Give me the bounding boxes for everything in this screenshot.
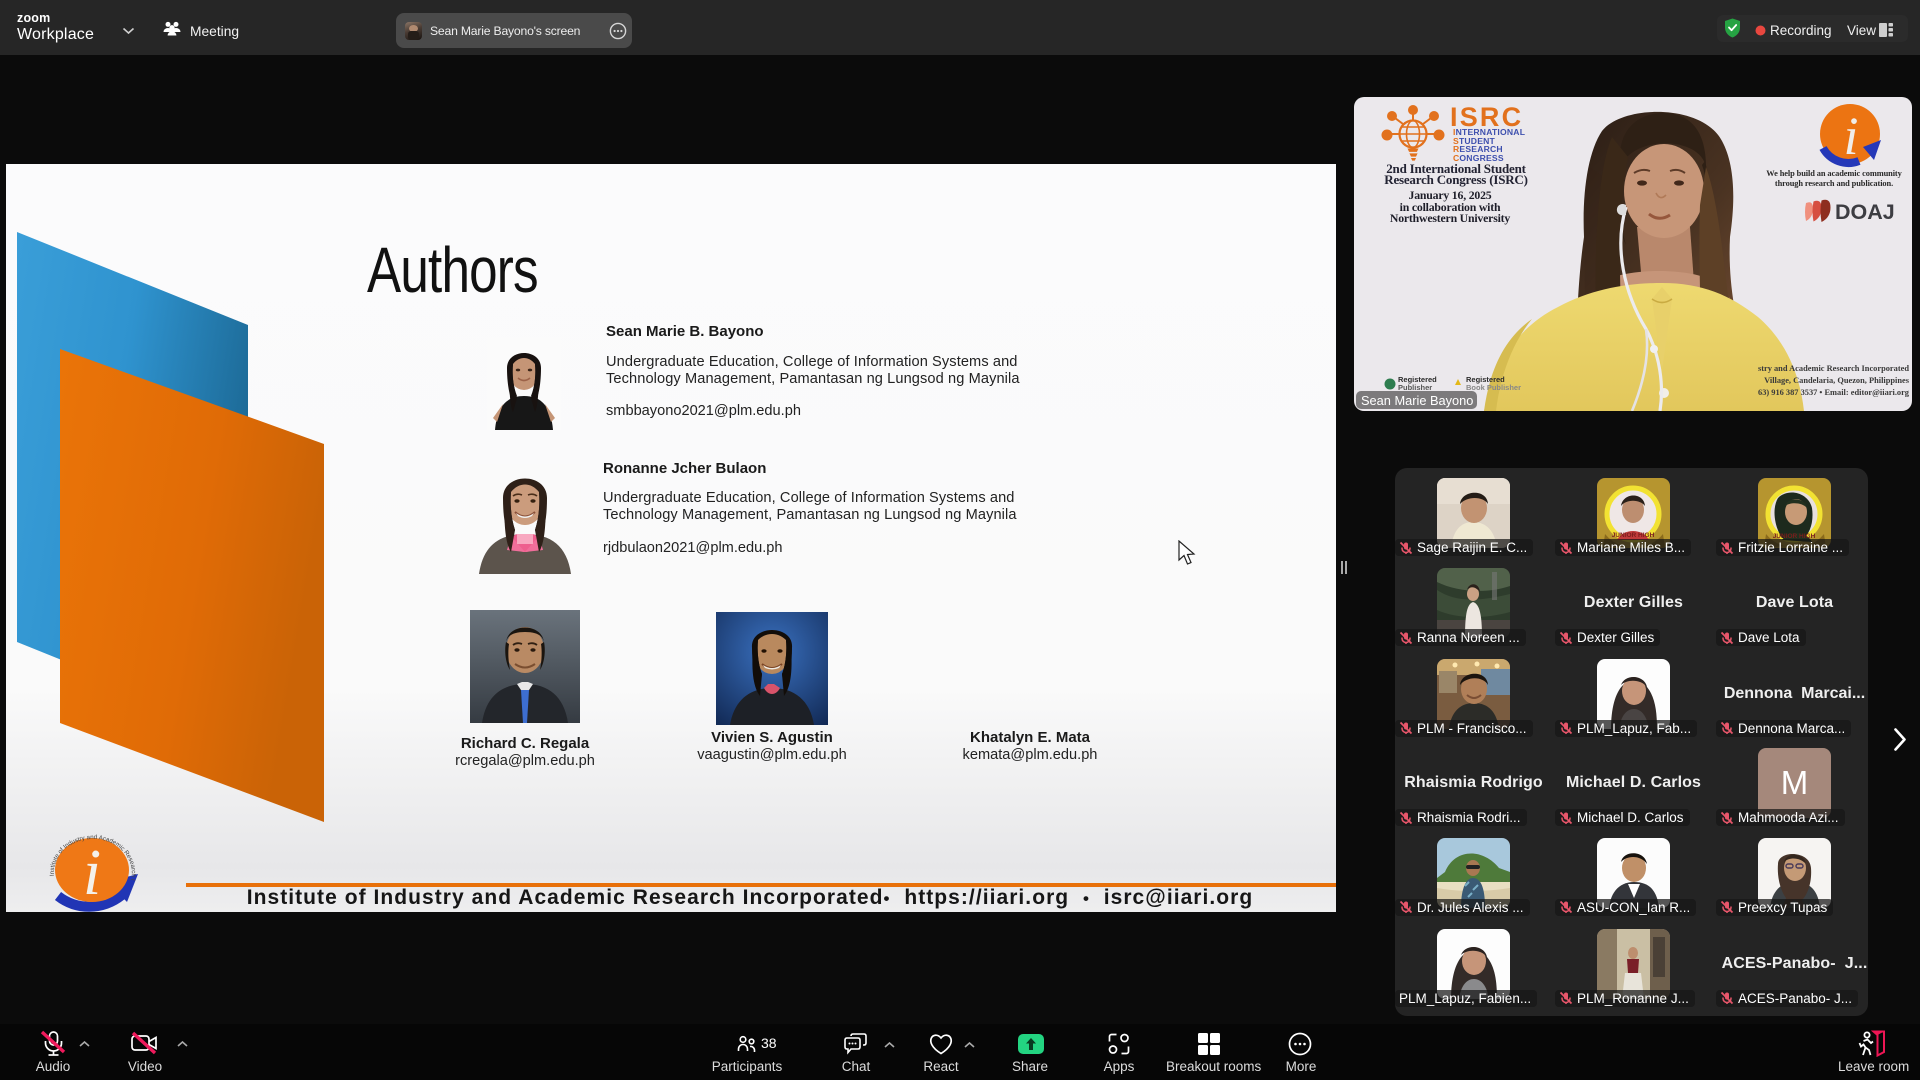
svg-text:i: i xyxy=(1843,106,1858,166)
svg-text:DOAJ: DOAJ xyxy=(1835,200,1895,224)
svg-text:JUNIOR HIGH: JUNIOR HIGH xyxy=(1612,532,1655,539)
